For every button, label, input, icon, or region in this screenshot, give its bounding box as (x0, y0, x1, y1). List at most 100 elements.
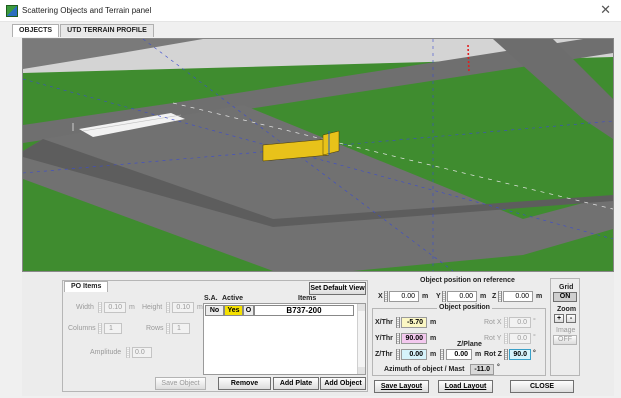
y-ref-field[interactable]: 0.00 (447, 291, 477, 302)
rotz-spinner[interactable] (504, 349, 508, 360)
zoom-in-button[interactable]: + (554, 314, 564, 323)
z-ref-unit: m (536, 293, 543, 300)
rotz-unit: ° (533, 350, 536, 357)
sa-cell[interactable]: No (205, 305, 224, 316)
tab-utd-terrain-profile[interactable]: UTD TERRAIN PROFILE (60, 24, 154, 37)
xthr-field[interactable]: -5.70 (401, 317, 427, 328)
items-list[interactable]: No Yes O B737-200 (203, 303, 366, 375)
zthr-field[interactable]: 0.00 (401, 349, 427, 360)
tab-bar: OBJECTS UTD TERRAIN PROFILE (12, 24, 155, 37)
items-header: Items (298, 295, 317, 302)
zplane-spinner[interactable] (440, 349, 444, 360)
roty-unit: ° (533, 334, 536, 341)
rotx-field: 0.0 (509, 317, 531, 328)
ythr-label: Y/Thr (375, 335, 393, 342)
z-ref-field[interactable]: 0.00 (503, 291, 533, 302)
columns-spinner (98, 323, 102, 334)
image-toggle-button: OFF (553, 335, 577, 345)
reference-title: Object position on reference (420, 277, 515, 284)
title-bar: Scattering Objects and Terrain panel ✕ (0, 0, 621, 22)
roty-label: Rot Y (484, 335, 502, 342)
ythr-spinner[interactable] (396, 333, 400, 344)
y-ref-label: Y (436, 293, 441, 300)
active-cell[interactable]: Yes (224, 305, 243, 316)
grid-label: Grid (559, 284, 574, 291)
close-button[interactable]: CLOSE (510, 380, 574, 393)
azimuth-unit: ° (497, 364, 500, 371)
zplane-field[interactable]: 0.00 (446, 349, 472, 360)
tab-po-items[interactable]: PO Items (64, 281, 109, 292)
xthr-spinner[interactable] (396, 317, 400, 328)
item-cell[interactable]: B737-200 (254, 305, 354, 316)
zplane-unit: m (475, 351, 482, 358)
image-label: Image (556, 327, 576, 334)
rotx-label: Rot X (484, 319, 502, 326)
o-cell[interactable]: O (243, 305, 254, 316)
save-object-button: Save Object (155, 377, 206, 390)
rows-field: 1 (172, 323, 190, 334)
rotz-label: Rot Z (484, 351, 502, 358)
zthr-unit: m (430, 351, 437, 358)
scroll-down-arrow[interactable] (358, 367, 365, 374)
zoom-out-button[interactable]: - (566, 314, 576, 323)
ythr-field[interactable]: 90.00 (401, 333, 427, 344)
rows-label: Rows (146, 325, 164, 332)
y-ref-unit: m (480, 293, 487, 300)
object-position-title: Object position (437, 304, 492, 311)
remove-button[interactable]: Remove (218, 377, 271, 390)
tab-objects[interactable]: OBJECTS (12, 24, 60, 37)
load-layout-button[interactable]: Load Layout (438, 380, 493, 393)
scroll-up-arrow[interactable] (358, 304, 365, 311)
rows-spinner (166, 323, 170, 334)
columns-label: Columns (68, 325, 96, 332)
xthr-label: X/Thr (375, 319, 393, 326)
zoom-label: Zoom (557, 306, 577, 313)
z-ref-spinner[interactable] (498, 291, 502, 302)
list-scrollbar[interactable] (357, 304, 365, 374)
columns-field: 1 (104, 323, 122, 334)
y-ref-spinner[interactable] (442, 291, 446, 302)
active-header: Active (222, 295, 244, 302)
roty-spinner (504, 333, 508, 344)
set-default-view-button[interactable]: Set Default View (309, 282, 366, 295)
amplitude-field: 0.0 (132, 347, 152, 358)
sa-header: S.A. (204, 295, 218, 302)
xthr-unit: m (430, 319, 437, 326)
roty-field: 0.0 (509, 333, 531, 344)
rotz-field[interactable]: 90.0 (509, 349, 531, 360)
x-ref-spinner[interactable] (384, 291, 388, 302)
list-item[interactable]: No Yes O B737-200 (204, 305, 354, 316)
grid-toggle-button[interactable]: ON (553, 292, 577, 302)
z-ref-label: Z (492, 293, 497, 300)
close-window-icon[interactable]: ✕ (600, 3, 611, 17)
height-field: 0.10 (172, 302, 194, 313)
azimuth-label: Azimuth of object / Mast (384, 366, 465, 373)
scene-3d-viewport[interactable] (22, 38, 614, 272)
hangar-side (322, 130, 340, 156)
app-icon (6, 5, 18, 17)
height-spinner (166, 302, 170, 313)
scene-canvas (23, 39, 613, 271)
control-panel: PO Items Width 0.10 m Height 0.10 m Colu… (22, 272, 614, 396)
zthr-spinner[interactable] (396, 349, 400, 360)
zthr-label: Z/Thr (375, 351, 393, 358)
x-ref-unit: m (422, 293, 429, 300)
width-field: 0.10 (104, 302, 126, 313)
rotx-unit: ° (533, 318, 536, 325)
save-layout-button[interactable]: Save Layout (374, 380, 429, 393)
window-title: Scattering Objects and Terrain panel (22, 6, 152, 15)
azimuth-field: -11.0 (470, 364, 494, 375)
ythr-unit: m (430, 335, 437, 342)
amplitude-label: Amplitude (90, 349, 122, 356)
amplitude-spinner (126, 347, 130, 358)
rotx-spinner (504, 317, 508, 328)
height-label: Height (142, 304, 163, 311)
width-spinner (98, 302, 102, 313)
x-ref-field[interactable]: 0.00 (389, 291, 419, 302)
add-plate-button[interactable]: Add Plate (273, 377, 319, 390)
add-object-button[interactable]: Add Object (320, 377, 366, 390)
width-unit: m (129, 304, 135, 311)
width-label: Width (76, 304, 94, 311)
x-ref-label: X (378, 293, 383, 300)
height-unit: m (197, 304, 203, 311)
